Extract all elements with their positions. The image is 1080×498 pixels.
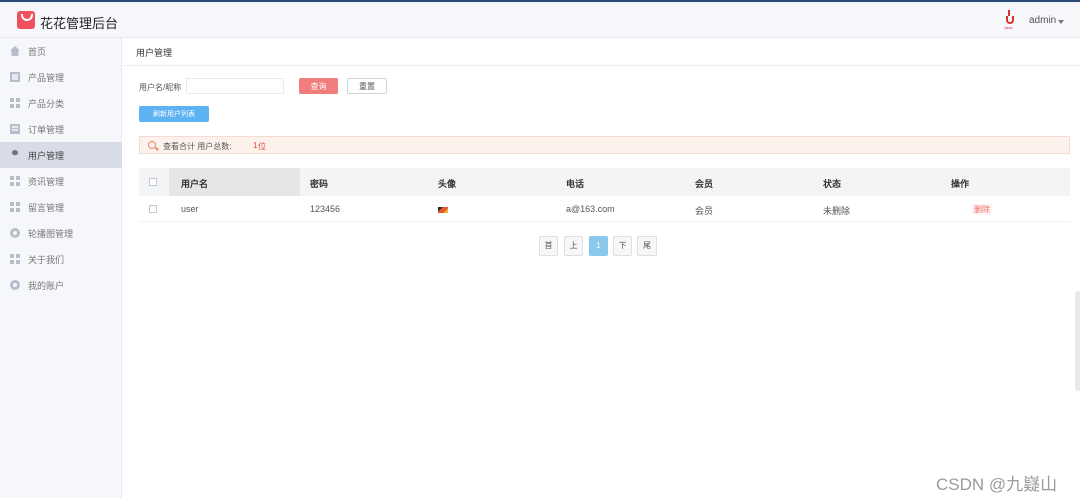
- java-avatar-icon[interactable]: Java: [1003, 10, 1017, 30]
- sidebar-item-categories[interactable]: 产品分类: [0, 90, 122, 116]
- sidebar-item-messages[interactable]: 留言管理: [0, 194, 122, 220]
- user-count-unit: 位: [258, 142, 266, 151]
- query-button[interactable]: 查询: [299, 78, 338, 94]
- cell-password: 123456: [310, 204, 341, 214]
- summary-text: 查看合计 用户总数:: [163, 142, 232, 151]
- page-title: 用户管理: [136, 48, 173, 58]
- sidebar-item-products[interactable]: 产品管理: [0, 64, 122, 90]
- sidebar-item-account[interactable]: 我的账户: [0, 272, 122, 298]
- sidebar: 首页 产品管理 产品分类 订单管理 用户管理 资讯管理 留言管理 轮播图管理 关…: [0, 38, 122, 498]
- watermark: CSDN @九嶷山: [936, 475, 1058, 494]
- search-icon: [148, 141, 156, 149]
- table-row: user 123456 a@163.com 会员 未删除 删除: [139, 196, 1070, 222]
- sidebar-item-label: 产品分类: [28, 99, 65, 109]
- summary-bar: 查看合计 用户总数: 1 位: [139, 136, 1070, 154]
- divider: [123, 65, 1080, 66]
- main-content: 用户管理 用户名/昵称 查询 重置 刷新用户列表 查看合计 用户总数: 1 位 …: [123, 38, 1080, 498]
- sidebar-item-label: 留言管理: [28, 203, 65, 213]
- row-checkbox[interactable]: [149, 205, 157, 213]
- user-icon: [12, 150, 18, 156]
- brand-title: 花花管理后台: [40, 16, 119, 31]
- cell-phone: a@163.com: [566, 204, 615, 214]
- grid-icon: [10, 98, 20, 108]
- sidebar-item-label: 首页: [28, 47, 47, 57]
- cell-status: 未删除: [823, 206, 851, 216]
- cell-member: 会员: [695, 206, 714, 216]
- table-header: 用户名 密码 头像 电话 会员 状态 操作: [139, 168, 1070, 196]
- avatar-thumbnail: [438, 207, 448, 213]
- filter-label: 用户名/昵称: [139, 83, 182, 92]
- next-page-button[interactable]: 下: [613, 236, 632, 256]
- username-filter-input[interactable]: [186, 78, 284, 94]
- home-icon: [10, 46, 20, 56]
- grid-icon: [10, 176, 20, 186]
- chevron-down-icon[interactable]: [1058, 20, 1064, 24]
- reset-button[interactable]: 重置: [347, 78, 387, 94]
- last-page-button[interactable]: 尾: [637, 236, 657, 256]
- grid-icon: [10, 254, 20, 264]
- sidebar-item-users[interactable]: 用户管理: [0, 142, 122, 168]
- shopping-bag-logo-icon: [17, 11, 35, 29]
- header-status[interactable]: 状态: [823, 177, 841, 190]
- side-scroll-handle[interactable]: [1075, 291, 1080, 391]
- grid-icon: [10, 202, 20, 212]
- user-count: 1: [253, 141, 258, 150]
- sidebar-item-home[interactable]: 首页: [0, 38, 122, 64]
- header-member[interactable]: 会员: [695, 177, 713, 190]
- sidebar-item-label: 轮播图管理: [28, 229, 74, 239]
- sidebar-item-label: 订单管理: [28, 125, 65, 135]
- sidebar-item-label: 用户管理: [28, 151, 65, 161]
- gear-icon: [10, 280, 20, 290]
- sidebar-item-label: 产品管理: [28, 73, 65, 83]
- sidebar-item-label: 关于我们: [28, 255, 65, 265]
- top-header: 花花管理后台 Java admin: [0, 2, 1080, 38]
- sidebar-item-about[interactable]: 关于我们: [0, 246, 122, 272]
- prev-page-button[interactable]: 上: [564, 236, 583, 256]
- document-icon: [10, 72, 20, 82]
- sidebar-item-label: 我的账户: [28, 281, 65, 291]
- sidebar-item-carousel[interactable]: 轮播图管理: [0, 220, 122, 246]
- delete-link[interactable]: 删除: [972, 204, 992, 215]
- sidebar-item-news[interactable]: 资讯管理: [0, 168, 122, 194]
- current-page-button[interactable]: 1: [589, 236, 608, 256]
- gear-icon: [10, 228, 20, 238]
- header-avatar[interactable]: 头像: [438, 177, 456, 190]
- select-all-checkbox[interactable]: [149, 178, 157, 186]
- header-phone[interactable]: 电话: [566, 177, 584, 190]
- cell-username: user: [181, 204, 199, 214]
- header-action: 操作: [951, 179, 970, 189]
- header-username[interactable]: 用户名: [181, 177, 208, 190]
- list-icon: [10, 124, 20, 134]
- sidebar-item-orders[interactable]: 订单管理: [0, 116, 122, 142]
- header-password[interactable]: 密码: [310, 177, 328, 190]
- sidebar-item-label: 资讯管理: [28, 177, 65, 187]
- refresh-user-list-button[interactable]: 刷新用户列表: [139, 106, 209, 122]
- user-menu-name[interactable]: admin: [1029, 15, 1056, 26]
- first-page-button[interactable]: 首: [539, 236, 558, 256]
